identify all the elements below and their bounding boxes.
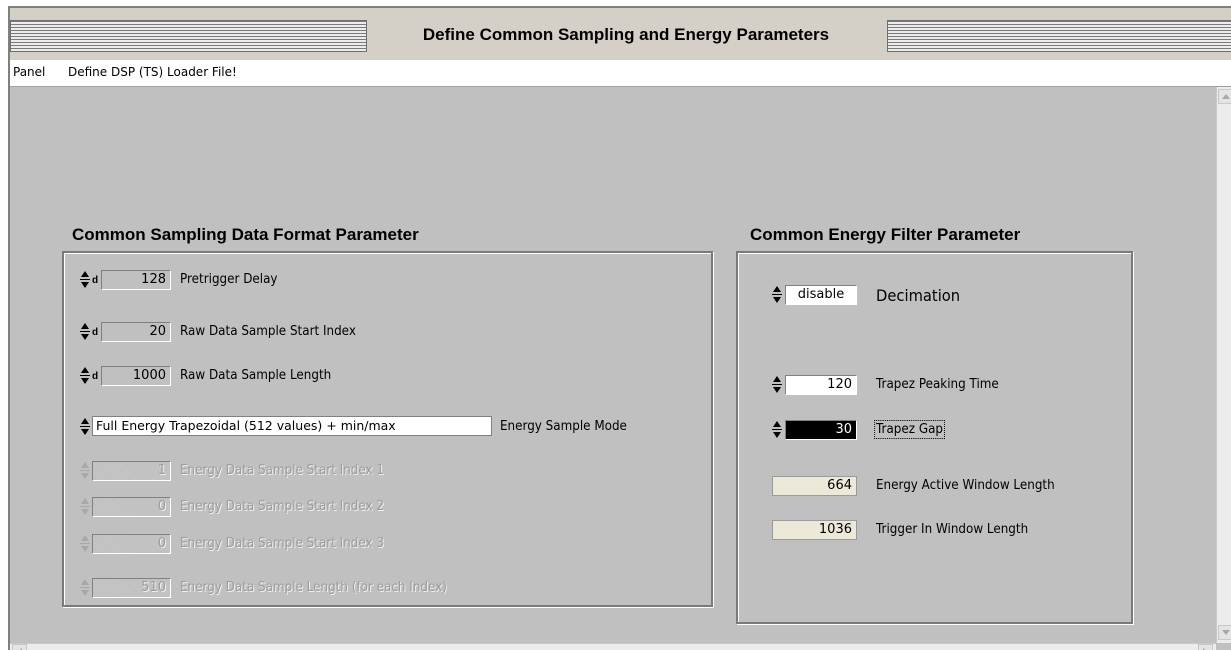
decimation-spinner[interactable] [772,285,782,305]
raw-start-index-label: Raw Data Sample Start Index [180,324,356,339]
energy-mode-label: Energy Sample Mode [500,419,627,434]
raw-start-index-spinner[interactable] [80,322,90,342]
raw-length-field[interactable]: 1000 [101,366,171,386]
raw-start-index-field[interactable]: 20 [101,322,171,342]
energy-section-title: Common Energy Filter Parameter [750,225,1021,244]
gap-spinner[interactable] [772,420,782,440]
trigger-window-indicator: 1036 [772,520,857,540]
trigger-window-label: Trigger In Window Length [876,522,1029,537]
menu-bar: Panel Define DSP (TS) Loader File! [10,60,1231,87]
peaking-time-spinner[interactable] [772,375,782,395]
pretrigger-delay-field[interactable]: 128 [101,270,171,290]
decimation-field[interactable]: disable [785,285,857,305]
raw-start-index-radix[interactable]: d [92,327,98,338]
energy-start-3-field: 0 [92,534,171,554]
main-window: Define Common Sampling and Energy Parame… [8,6,1231,650]
front-panel: Common Sampling Data Format Parameter d … [10,87,1216,643]
active-window-label: Energy Active Window Length [876,478,1055,493]
title-stripes-right [887,20,1231,52]
raw-length-radix[interactable]: d [92,371,98,382]
raw-length-label: Raw Data Sample Length [180,368,332,383]
sampling-section-title: Common Sampling Data Format Parameter [72,225,419,244]
energy-start-2-label: Energy Data Sample Start Index 2 [180,499,385,514]
energy-start-2-field: 0 [92,497,171,517]
energy-start-3-spinner [80,534,90,554]
title-stripes-left [10,20,367,52]
energy-start-1-label: Energy Data Sample Start Index 1 [180,463,385,478]
vertical-scrollbar[interactable] [1216,87,1231,643]
scroll-down-icon [1222,630,1230,635]
energy-start-3-label: Energy Data Sample Start Index 3 [180,536,385,551]
energy-start-1-field: 1 [92,461,171,481]
horizontal-scrollbar[interactable] [10,643,1216,650]
peaking-time-label: Trapez Peaking Time [876,377,999,392]
menu-panel[interactable]: Panel [13,65,45,79]
energy-start-1-spinner [80,461,90,481]
energy-start-2-spinner [80,497,90,517]
pretrigger-delay-radix[interactable]: d [92,275,98,286]
menu-define-dsp-loader[interactable]: Define DSP (TS) Loader File! [68,65,237,79]
energy-mode-spinner[interactable] [80,417,90,437]
decimation-label: Decimation [876,286,961,305]
scroll-right-button[interactable] [1198,644,1213,650]
peaking-time-field[interactable]: 120 [785,375,857,395]
title-bar[interactable]: Define Common Sampling and Energy Parame… [10,8,1231,61]
raw-length-spinner[interactable] [80,366,90,386]
scroll-up-button[interactable] [1218,89,1231,104]
energy-length-field: 510 [92,578,171,598]
scroll-down-button[interactable] [1218,625,1231,640]
gap-field[interactable]: 30 [785,420,857,440]
energy-mode-ring[interactable]: Full Energy Trapezoidal (512 values) + m… [92,416,492,436]
pretrigger-delay-label: Pretrigger Delay [180,272,278,287]
energy-length-spinner [80,578,90,598]
active-window-indicator: 664 [772,476,857,496]
scroll-up-icon [1222,94,1230,99]
gap-label: Trapez Gap [874,420,945,439]
pretrigger-delay-spinner[interactable] [80,270,90,290]
window-title: Define Common Sampling and Energy Parame… [367,20,885,50]
energy-length-label: Energy Data Sample Length (for each Inde… [180,580,447,595]
scroll-left-button[interactable] [12,644,27,650]
